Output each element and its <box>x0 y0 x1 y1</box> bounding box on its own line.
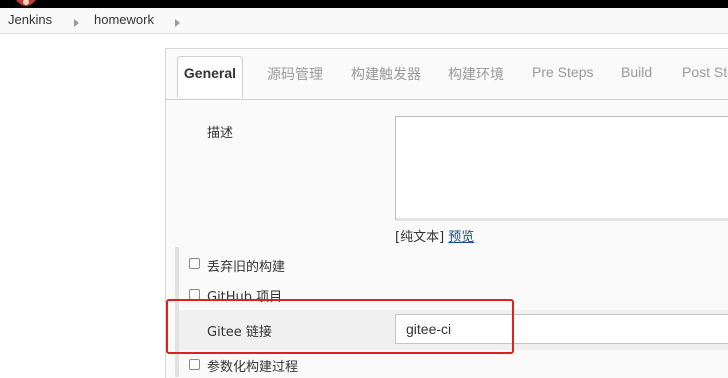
format-hint: [纯文本] 预览 <box>395 226 474 245</box>
top-header-bar <box>0 0 728 8</box>
annotation-highlight-box <box>166 299 514 354</box>
breadcrumb-item-homework[interactable]: homework <box>94 12 154 27</box>
discard-old-builds-checkbox[interactable] <box>189 258 200 269</box>
preview-link[interactable]: 预览 <box>448 230 474 245</box>
config-tabs: General 源码管理 构建触发器 构建环境 Pre Steps Build … <box>165 48 728 100</box>
parameterized-build-checkbox[interactable] <box>189 359 200 370</box>
tab-build-environment[interactable]: 构建环境 <box>448 64 504 84</box>
tab-pre-steps[interactable]: Pre Steps <box>532 64 593 80</box>
description-label: 描述 <box>207 126 234 141</box>
description-textarea[interactable] <box>395 116 728 220</box>
jenkins-logo-icon[interactable] <box>12 0 40 8</box>
tab-general[interactable]: General <box>177 56 243 98</box>
tab-source-code-management[interactable]: 源码管理 <box>267 64 323 84</box>
breadcrumb: Jenkins homework <box>0 8 728 34</box>
tab-build[interactable]: Build <box>621 64 652 80</box>
parameterized-build-label[interactable]: 参数化构建过程 <box>207 356 298 375</box>
breadcrumb-separator-icon[interactable] <box>74 19 79 27</box>
breadcrumb-item-jenkins[interactable]: Jenkins <box>8 12 52 27</box>
tab-post-steps[interactable]: Post Ste <box>682 64 728 80</box>
breadcrumb-separator-icon[interactable] <box>175 19 180 27</box>
discard-old-builds-label[interactable]: 丢弃旧的构建 <box>207 256 285 275</box>
description-scrollbar[interactable] <box>396 218 728 221</box>
plain-text-label: [纯文本] <box>395 230 445 245</box>
tab-build-triggers[interactable]: 构建触发器 <box>351 64 421 84</box>
